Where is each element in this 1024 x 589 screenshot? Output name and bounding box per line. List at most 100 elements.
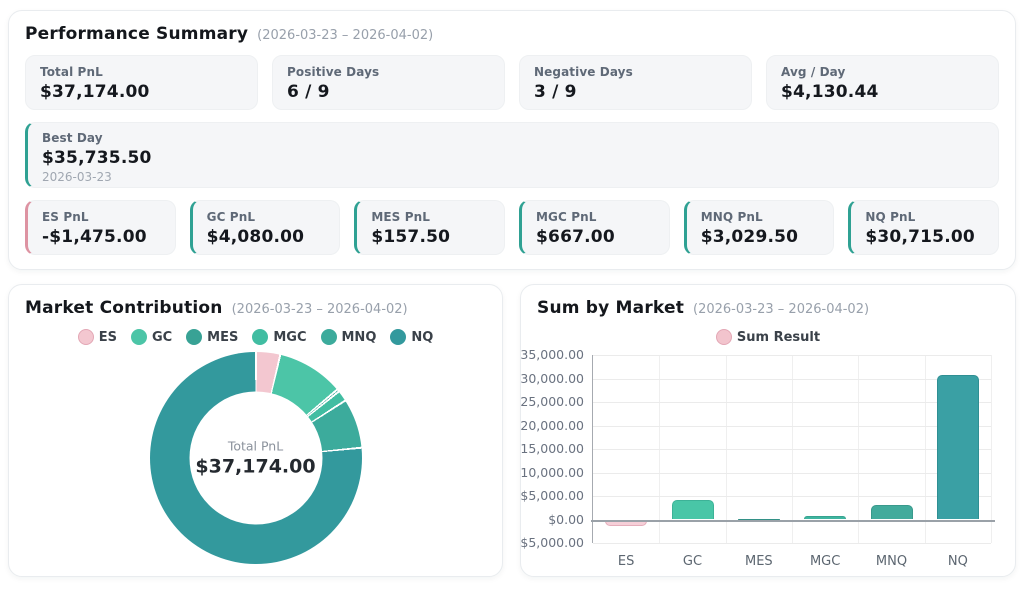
market-contribution-card: Market Contribution (2026-03-23 – 2026-0… — [8, 284, 503, 577]
best-day-label: Best Day — [42, 131, 984, 145]
legend-item-mnq[interactable]: MNQ — [321, 329, 377, 345]
bar-gc[interactable] — [672, 500, 714, 519]
vertical-gridline — [991, 355, 992, 543]
y-axis-tick-label: $15,000.00 — [520, 441, 584, 456]
stats-row: Total PnL $37,174.00 Positive Days 6 / 9… — [25, 55, 999, 110]
donut-wrap: Total PnL $37,174.00 — [25, 352, 486, 564]
sum-by-market-header: Sum by Market (2026-03-23 – 2026-04-02) — [537, 298, 999, 318]
market-tile-mes: MES PnL $157.50 — [354, 200, 505, 255]
sum-by-market-title: Sum by Market — [537, 298, 684, 318]
legend-item-sum-result[interactable]: Sum Result — [716, 329, 820, 345]
best-day-value: $35,735.50 — [42, 148, 984, 168]
legend-label: MNQ — [342, 330, 377, 345]
x-axis-tick-label: MGC — [810, 554, 840, 569]
legend-item-mgc[interactable]: MGC — [252, 329, 306, 345]
gridline — [593, 379, 991, 380]
market-label: NQ PnL — [865, 210, 984, 224]
gridline — [593, 426, 991, 427]
stat-label: Positive Days — [287, 65, 490, 79]
sum-result-legend-dot-icon — [716, 329, 732, 345]
gridline — [593, 543, 991, 544]
market-label: MES PnL — [371, 210, 490, 224]
x-axis-tick-label: NQ — [948, 554, 968, 569]
sum-result-legend-label: Sum Result — [737, 330, 820, 345]
legend-label: NQ — [411, 330, 433, 345]
x-axis-tick-label: MES — [745, 554, 773, 569]
market-contribution-header: Market Contribution (2026-03-23 – 2026-0… — [25, 298, 486, 318]
bar-nq[interactable] — [937, 375, 979, 519]
performance-summary-header: Performance Summary (2026-03-23 – 2026-0… — [25, 24, 999, 44]
gc-legend-dot-icon — [131, 329, 147, 345]
y-axis-tick-label: $20,000.00 — [520, 418, 584, 433]
stat-value: 6 / 9 — [287, 82, 490, 102]
trading-dashboard: Performance Summary (2026-03-23 – 2026-0… — [0, 0, 1024, 589]
es-legend-dot-icon — [78, 329, 94, 345]
legend-label: MGC — [273, 330, 306, 345]
market-value: -$1,475.00 — [42, 227, 161, 247]
market-pnl-row: ES PnL -$1,475.00 GC PnL $4,080.00 MES P… — [25, 200, 999, 255]
y-axis-tick-label: $0.00 — [520, 512, 584, 527]
stat-tile-total-pnl: Total PnL $37,174.00 — [25, 55, 258, 110]
y-axis-tick-label: $5,000.00 — [520, 488, 584, 503]
charts-row: Market Contribution (2026-03-23 – 2026-0… — [8, 284, 1016, 577]
x-axis-tick-label: GC — [683, 554, 702, 569]
stat-tile-negative-days: Negative Days 3 / 9 — [519, 55, 752, 110]
mgc-legend-dot-icon — [252, 329, 268, 345]
bar-plot-area[interactable]: ESGCMESMGCMNQNQ — [592, 355, 991, 543]
stat-value: 3 / 9 — [534, 82, 737, 102]
market-tile-mgc: MGC PnL $667.00 — [519, 200, 670, 255]
bar-mnq[interactable] — [871, 505, 913, 519]
market-label: MGC PnL — [536, 210, 655, 224]
market-label: GC PnL — [207, 210, 326, 224]
best-day-tile: Best Day $35,735.50 2026-03-23 — [25, 122, 999, 188]
performance-summary-card: Performance Summary (2026-03-23 – 2026-0… — [8, 10, 1016, 270]
legend-item-nq[interactable]: NQ — [390, 329, 433, 345]
sum-by-market-card: Sum by Market (2026-03-23 – 2026-04-02) … — [520, 284, 1016, 577]
market-contribution-title: Market Contribution — [25, 298, 223, 318]
y-axis-tick-label: $25,000.00 — [520, 394, 584, 409]
legend-item-es[interactable]: ES — [78, 329, 117, 345]
market-value: $157.50 — [371, 227, 490, 247]
mes-legend-dot-icon — [186, 329, 202, 345]
market-tile-mnq: MNQ PnL $3,029.50 — [684, 200, 835, 255]
stat-label: Negative Days — [534, 65, 737, 79]
market-value: $4,080.00 — [207, 227, 326, 247]
best-day-date: 2026-03-23 — [42, 170, 984, 184]
legend-item-mes[interactable]: MES — [186, 329, 238, 345]
market-tile-gc: GC PnL $4,080.00 — [190, 200, 341, 255]
donut-chart[interactable]: Total PnL $37,174.00 — [150, 352, 362, 564]
mnq-legend-dot-icon — [321, 329, 337, 345]
stat-label: Total PnL — [40, 65, 243, 79]
gridline — [593, 402, 991, 403]
legend-label: MES — [207, 330, 238, 345]
donut-center-label: Total PnL — [228, 439, 283, 454]
performance-summary-title: Performance Summary — [25, 24, 248, 44]
y-axis-tick-label: $10,000.00 — [520, 465, 584, 480]
stat-tile-positive-days: Positive Days 6 / 9 — [272, 55, 505, 110]
market-label: ES PnL — [42, 210, 161, 224]
y-axis-tick-label: -$5,000.00 — [520, 535, 584, 550]
stat-value: $4,130.44 — [781, 82, 984, 102]
donut-legend: ES GC MES MGC MNQ NQ — [25, 329, 486, 345]
zero-axis-line — [591, 520, 995, 522]
donut-center-value: $37,174.00 — [195, 456, 315, 478]
legend-item-gc[interactable]: GC — [131, 329, 172, 345]
gridline — [593, 496, 991, 497]
sum-by-market-date-range: (2026-03-23 – 2026-04-02) — [693, 302, 869, 317]
market-tile-nq: NQ PnL $30,715.00 — [848, 200, 999, 255]
x-axis-tick-label: ES — [618, 554, 634, 569]
market-contribution-date-range: (2026-03-23 – 2026-04-02) — [232, 302, 408, 317]
stat-label: Avg / Day — [781, 65, 984, 79]
nq-legend-dot-icon — [390, 329, 406, 345]
stat-value: $37,174.00 — [40, 82, 243, 102]
market-value: $30,715.00 — [865, 227, 984, 247]
legend-label: GC — [152, 330, 172, 345]
market-value: $3,029.50 — [701, 227, 820, 247]
y-axis-tick-label: $30,000.00 — [520, 371, 584, 386]
performance-summary-date-range: (2026-03-23 – 2026-04-02) — [257, 28, 433, 43]
bar-chart[interactable]: ESGCMESMGCMNQNQ$35,000.00$30,000.00$25,0… — [537, 353, 999, 575]
gridline — [593, 449, 991, 450]
donut-center: Total PnL $37,174.00 — [189, 392, 322, 525]
market-tile-es: ES PnL -$1,475.00 — [25, 200, 176, 255]
market-value: $667.00 — [536, 227, 655, 247]
